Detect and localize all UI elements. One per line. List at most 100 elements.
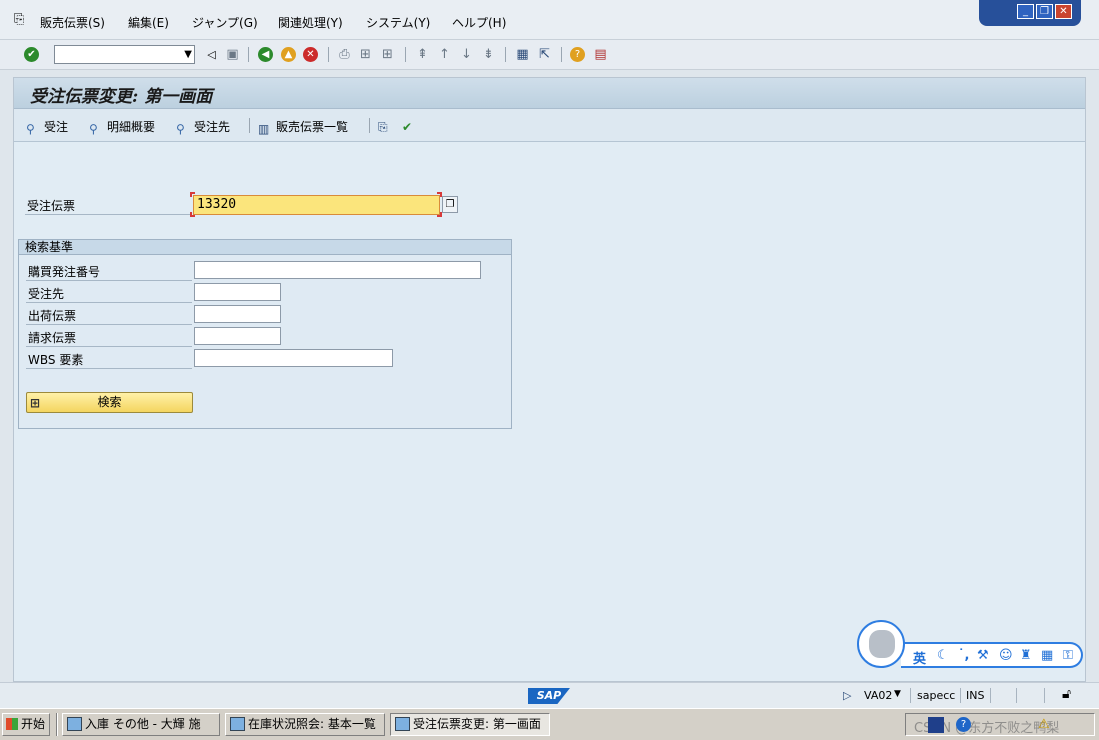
menu-icon[interactable]: ⎘ (14, 12, 24, 27)
delivery-input[interactable] (194, 305, 281, 323)
separator (1016, 688, 1017, 703)
billing-label: 請求伝票 (28, 331, 77, 345)
menu-goto[interactable]: ジャンプ(G) (192, 14, 258, 31)
menu-extras[interactable]: 関連処理(Y) (278, 14, 343, 31)
menu-bar: ⎘ 販売伝票(S) 編集(E) ジャンプ(G) 関連処理(Y) システム(Y) … (0, 0, 1099, 40)
punctuation-icon[interactable]: ˙, (958, 648, 969, 663)
chevron-down-icon[interactable]: ▼ (184, 46, 192, 63)
check-icon[interactable]: ✔ (24, 47, 39, 62)
taskbar-separator (56, 713, 58, 736)
help-icon[interactable]: ? (570, 47, 585, 62)
sold-to-party-label: 受注先 (194, 120, 231, 134)
command-field[interactable]: ▼ (54, 45, 195, 64)
item-overview-button[interactable]: ⚲ 明細概要 (89, 118, 155, 136)
label-underline (26, 324, 192, 325)
sales-document-list-label: 販売伝票一覧 (276, 120, 349, 134)
check-status-button[interactable]: ✔ (402, 118, 420, 134)
menu-help[interactable]: ヘルプ(H) (452, 14, 506, 31)
item-overview-label: 明細概要 (107, 120, 156, 134)
taskbar: 开始 入庫 その他 - 大輝 施 在庫状況照会: 基本一覧 受注伝票変更: 第一… (0, 708, 1099, 740)
sap-window-icon (230, 717, 245, 731)
back-icon[interactable]: ◀ (258, 47, 273, 62)
first-page-icon[interactable]: ⇞ (414, 46, 431, 63)
close-icon[interactable]: ✕ (1055, 4, 1072, 19)
skin-icon[interactable]: ♜ (1020, 648, 1032, 663)
layout-menu-icon[interactable]: ▤ (592, 46, 609, 63)
ime-toolbar: 英 ☾ ˙, ⚒ ☺ ♜ ▦ ⚿ (857, 620, 1083, 672)
status-toggle-icon[interactable]: ▷ (843, 689, 851, 702)
person-icon: ⚲ (176, 122, 185, 136)
label-underline (26, 302, 192, 303)
display-document-button[interactable]: ⎘ (378, 118, 396, 134)
emoji-icon[interactable]: ☺ (999, 648, 1013, 663)
separator (505, 47, 506, 62)
sold-to-input[interactable] (194, 283, 281, 301)
next-page-icon[interactable]: ↓ (458, 46, 475, 63)
mascot-face (869, 630, 895, 658)
sold-to-label: 受注先 (28, 287, 65, 301)
po-number-label: 購買発注番号 (28, 265, 101, 279)
start-button[interactable]: 开始 (2, 713, 50, 736)
find-next-icon[interactable]: ⊞ (379, 46, 396, 63)
insert-mode: INS (966, 689, 985, 702)
menu-edit[interactable]: 編集(E) (128, 14, 169, 31)
po-number-input[interactable] (194, 261, 481, 279)
ime-language-toggle[interactable]: 英 (913, 648, 926, 667)
menu-system[interactable]: システム(Y) (366, 14, 430, 31)
exit-icon[interactable]: ▲ (281, 47, 296, 62)
windows-logo-icon (6, 718, 18, 730)
billing-input[interactable] (194, 327, 281, 345)
cancel-icon[interactable]: ✕ (303, 47, 318, 62)
order-button[interactable]: ⚲ 受注 (26, 118, 68, 136)
restore-icon[interactable]: ❐ (1036, 4, 1053, 19)
list-icon: ▥ (258, 122, 270, 136)
label-underline (25, 214, 191, 215)
find-icon[interactable]: ⊞ (357, 46, 374, 63)
order-label: 受注 (44, 120, 69, 134)
minimize-icon[interactable]: _ (1017, 4, 1034, 19)
page-title: 受注伝票変更: 第一画面 (30, 87, 213, 107)
person-icon: ⚲ (89, 122, 98, 136)
print-icon[interactable]: ⎙ (336, 46, 353, 63)
wbs-label: WBS 要素 (28, 353, 84, 367)
check-cross-icon: ✔ (402, 120, 413, 134)
sold-to-party-button[interactable]: ⚲ 受注先 (176, 118, 230, 136)
shortcut-icon[interactable]: ⇱ (536, 46, 553, 63)
warning-icon[interactable]: ⚠ (1038, 717, 1050, 732)
required-marker (190, 192, 195, 197)
create-session-icon[interactable]: ▦ (514, 46, 531, 63)
chevron-down-icon[interactable]: ▼ (894, 689, 901, 699)
taskbar-item[interactable]: 入庫 その他 - 大輝 施 (62, 713, 220, 736)
save-icon[interactable]: ▣ (224, 46, 241, 63)
sales-document-input[interactable]: 13320 (193, 195, 440, 215)
value-help-icon[interactable]: ❐ (442, 196, 458, 213)
ime-tools: 英 ☾ ˙, ⚒ ☺ ♜ ▦ ⚿ (901, 642, 1083, 668)
last-page-icon[interactable]: ⇟ (480, 46, 497, 63)
taskbar-item[interactable]: 在庫状況照会: 基本一覧 (225, 713, 385, 736)
search-button[interactable]: ⊞ 検索 (26, 392, 193, 413)
command-collapse-icon[interactable]: ◁ (203, 46, 220, 63)
separator (561, 47, 562, 62)
separator (990, 688, 991, 703)
taskbar-item-label: 受注伝票変更: 第一画面 (413, 717, 541, 731)
previous-page-icon[interactable]: ↑ (436, 46, 453, 63)
help-tray-icon[interactable]: ? (956, 717, 971, 732)
grid-icon[interactable]: ▦ (1041, 648, 1053, 663)
start-label: 开始 (21, 717, 46, 731)
lock-icon[interactable]: ⚿ (1063, 648, 1073, 663)
separator (248, 47, 249, 62)
doc-number-label: 受注伝票 (27, 199, 76, 213)
language-icon[interactable] (928, 717, 944, 733)
sales-document-list-button[interactable]: ▥ 販売伝票一覧 (258, 118, 348, 136)
wrench-icon[interactable]: ⚒ (977, 648, 989, 663)
menu-sales-document[interactable]: 販売伝票(S) (40, 14, 105, 31)
moon-icon[interactable]: ☾ (937, 648, 949, 663)
ime-mascot-icon[interactable] (857, 620, 905, 668)
lock-icon[interactable]: 🔓︎ (1062, 686, 1071, 702)
taskbar-item-active[interactable]: 受注伝票変更: 第一画面 (390, 713, 550, 736)
separator (369, 118, 370, 133)
required-marker (190, 212, 195, 217)
status-bar: SAP ▷ VA02 ▼ sapecc INS 🔓︎ (0, 682, 1099, 708)
separator (405, 47, 406, 62)
wbs-input[interactable] (194, 349, 393, 367)
